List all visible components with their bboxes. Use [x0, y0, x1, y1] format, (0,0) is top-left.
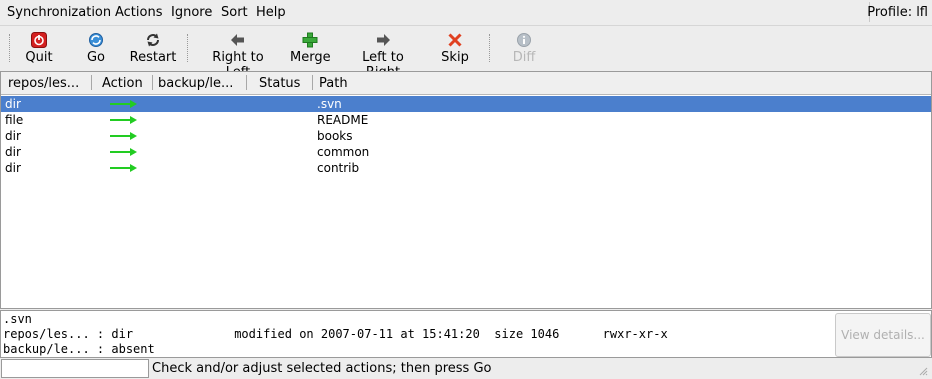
- go-label: Go: [86, 50, 106, 65]
- row-path: common: [317, 145, 370, 159]
- go-button[interactable]: Go: [82, 30, 110, 66]
- left-arrow-icon: [231, 34, 244, 46]
- merge-label: Merge: [290, 50, 331, 65]
- row-left-type: dir: [5, 97, 21, 111]
- toolbar-separator: [489, 34, 490, 62]
- column-header-repos[interactable]: repos/les...: [8, 76, 79, 91]
- skip-button[interactable]: Skip: [441, 30, 469, 66]
- right-arrow-icon: [377, 34, 390, 46]
- status-message: Check and/or adjust selected actions; th…: [152, 361, 492, 376]
- list-row[interactable]: dir books: [1, 128, 931, 144]
- right-arrow-icon[interactable]: [110, 147, 137, 157]
- right-arrow-icon[interactable]: [110, 115, 137, 125]
- list-row[interactable]: dir common: [1, 144, 931, 160]
- details-left-info: repos/les... : dir modified on 2007-07-1…: [3, 327, 668, 341]
- list-row[interactable]: file README: [1, 112, 931, 128]
- right-arrow-icon[interactable]: [110, 163, 137, 173]
- profile-label: Profile: lfl: [867, 5, 928, 20]
- right-arrow-icon[interactable]: [110, 131, 137, 141]
- reconcile-list[interactable]: repos/les... Action backup/le... Status …: [0, 71, 932, 309]
- diff-label: Diff: [512, 50, 536, 65]
- row-path: contrib: [317, 161, 360, 175]
- merge-icon: [302, 32, 318, 48]
- quit-button[interactable]: Quit: [22, 30, 56, 66]
- restart-label: Restart: [129, 50, 177, 65]
- right-arrow-icon[interactable]: [110, 99, 137, 109]
- row-path: README: [317, 113, 369, 127]
- menu-help[interactable]: Help: [256, 5, 286, 20]
- column-header-status[interactable]: Status: [259, 76, 300, 91]
- menu-sort[interactable]: Sort: [221, 5, 248, 20]
- row-left-type: file: [5, 113, 24, 127]
- details-panel: .svn repos/les... : dir modified on 2007…: [0, 310, 932, 358]
- list-row[interactable]: dir .svn: [1, 96, 931, 112]
- diff-button[interactable]: Diff: [510, 30, 538, 66]
- column-divider[interactable]: [152, 75, 153, 90]
- toolbar-grip: [9, 34, 10, 62]
- status-input[interactable]: [1, 359, 149, 378]
- sync-icon: [89, 33, 103, 47]
- row-left-type: dir: [5, 145, 21, 159]
- column-header-backup[interactable]: backup/le...: [158, 76, 233, 91]
- left-to-right-button[interactable]: Left to Right: [344, 30, 422, 80]
- info-icon: [517, 33, 531, 47]
- skip-label: Skip: [441, 50, 469, 65]
- quit-icon: [31, 32, 47, 48]
- skip-icon: [448, 33, 462, 47]
- details-path: .svn: [3, 312, 32, 326]
- statusbar: Check and/or adjust selected actions; th…: [0, 359, 932, 379]
- menu-actions[interactable]: Actions: [115, 5, 163, 20]
- quit-label: Quit: [25, 50, 53, 65]
- details-right-info: backup/le... : absent: [3, 342, 155, 356]
- restart-button[interactable]: Restart: [128, 30, 178, 66]
- row-left-type: dir: [5, 129, 21, 143]
- column-divider[interactable]: [91, 75, 92, 90]
- merge-button[interactable]: Merge: [290, 30, 331, 66]
- toolbar-separator: [187, 34, 188, 62]
- column-divider[interactable]: [312, 75, 313, 90]
- column-header-path[interactable]: Path: [319, 76, 348, 91]
- restart-icon: [147, 33, 159, 47]
- column-divider[interactable]: [246, 75, 247, 90]
- right-to-left-button[interactable]: Right to Left: [199, 30, 277, 80]
- row-left-type: dir: [5, 161, 21, 175]
- resize-grip-icon[interactable]: [918, 366, 928, 376]
- menu-synchronization[interactable]: Synchronization: [7, 5, 111, 20]
- list-row[interactable]: dir contrib: [1, 160, 931, 176]
- column-header-action[interactable]: Action: [102, 76, 143, 91]
- toolbar: Quit Go Restart Right to Left Merge: [0, 25, 932, 80]
- row-path: books: [317, 129, 353, 143]
- menu-ignore[interactable]: Ignore: [171, 5, 212, 20]
- menubar: Synchronization Actions Ignore Sort Help…: [0, 0, 932, 24]
- list-header: repos/les... Action backup/le... Status …: [1, 72, 931, 95]
- view-details-button[interactable]: View details...: [835, 313, 931, 357]
- row-path: .svn: [317, 97, 342, 111]
